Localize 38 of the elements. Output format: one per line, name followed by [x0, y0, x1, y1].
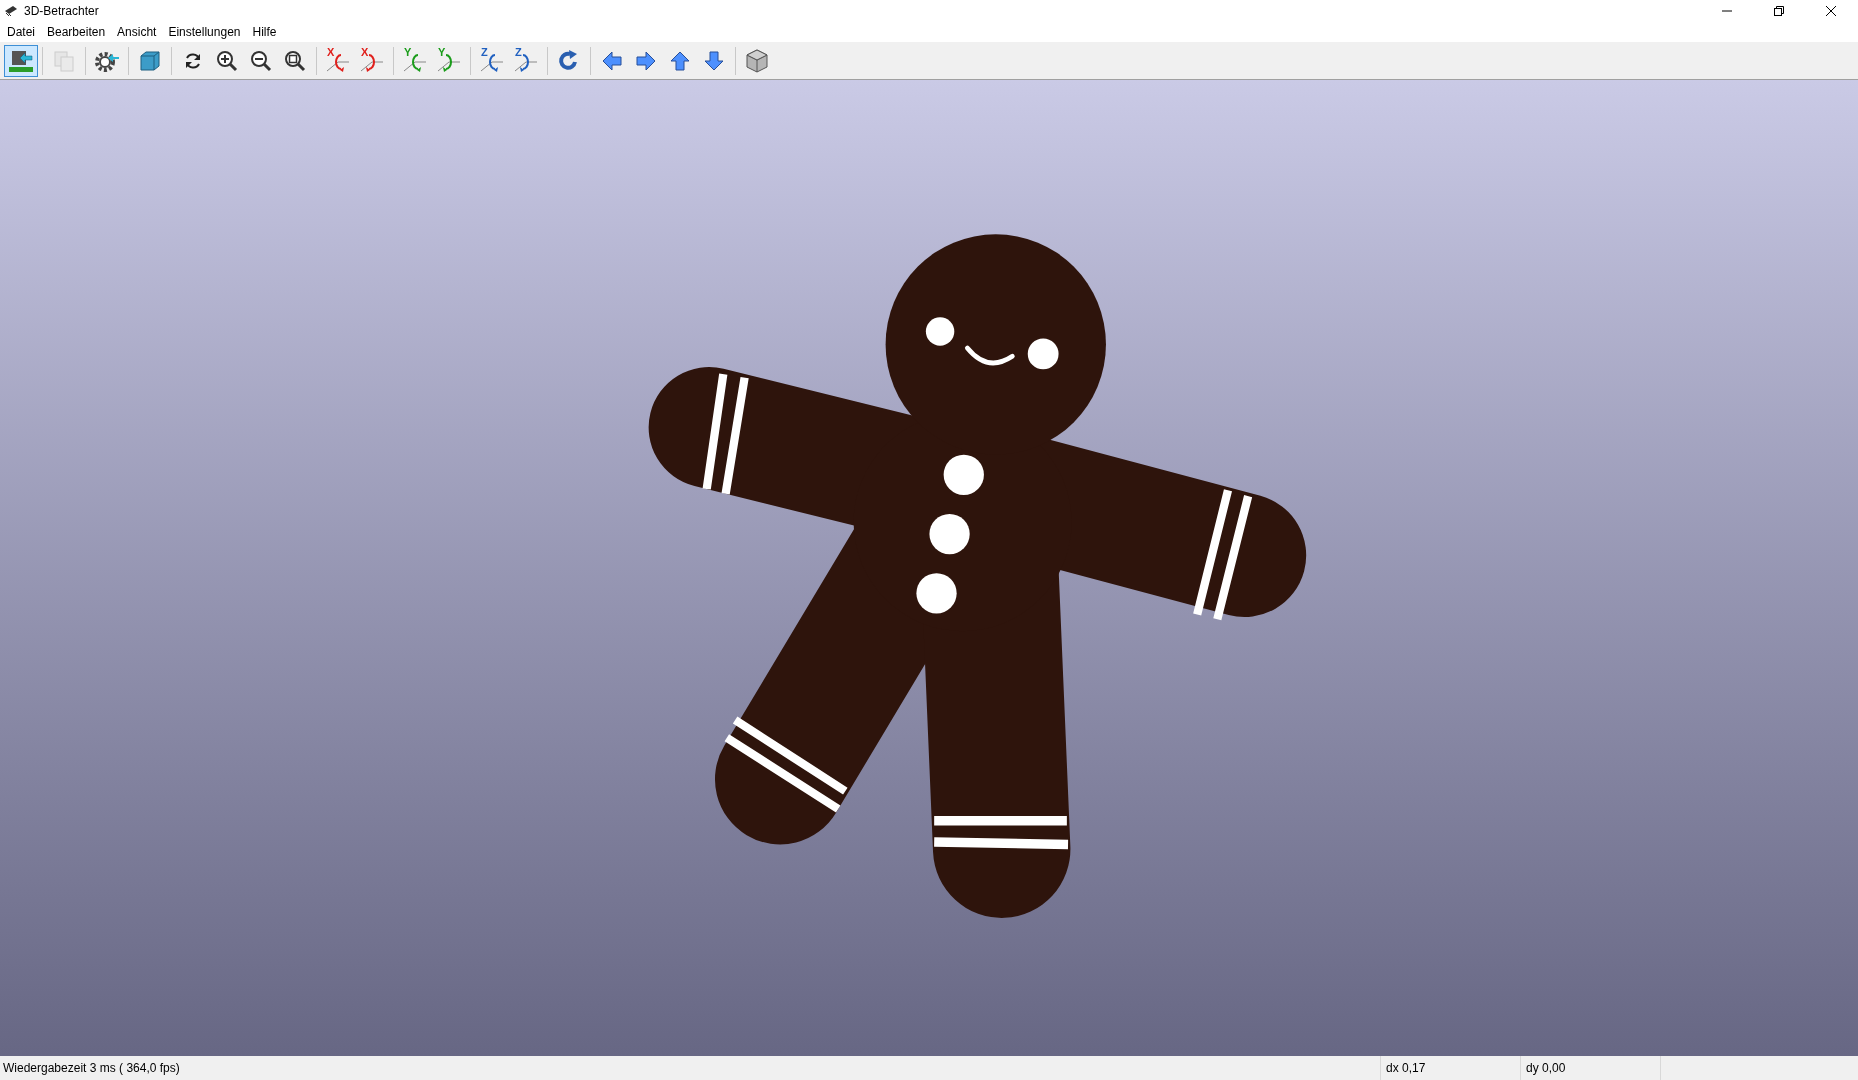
dy-status: dy 0,00	[1520, 1056, 1660, 1080]
dx-status: dx 0,17	[1380, 1056, 1520, 1080]
zoom-in-icon	[215, 48, 239, 73]
restore-icon	[1774, 6, 1784, 16]
toolbar-button[interactable]: Z	[475, 44, 509, 77]
axis-label: Z	[515, 46, 522, 58]
3d-viewport[interactable]	[0, 80, 1858, 1056]
toolbar-button[interactable]: Z	[509, 44, 543, 77]
app-chip-icon	[4, 5, 18, 17]
arrow-up-icon	[669, 49, 691, 72]
toolbar-button[interactable]: X	[321, 44, 355, 77]
zoom-out-icon	[249, 48, 273, 73]
axis-label: X	[327, 46, 335, 58]
menu-item[interactable]: Hilfe	[246, 22, 283, 42]
render-time-status: Wiedergabezeit 3 ms ( 364,0 fps)	[2, 1060, 181, 1077]
cube-icon	[744, 47, 770, 74]
close-icon	[1826, 6, 1836, 16]
axis-label: X	[361, 46, 369, 58]
menu-item[interactable]: Bearbeiten	[41, 22, 112, 42]
menu-item[interactable]: Ansicht	[111, 22, 163, 42]
redo-icon	[558, 49, 580, 72]
refresh-icon	[183, 50, 203, 71]
toolbar-button[interactable]	[4, 44, 38, 77]
zoom-fit-icon	[283, 48, 307, 73]
axis-label: Z	[481, 46, 488, 58]
cube-icon	[138, 48, 162, 73]
window-title: 3D-Betrachter	[24, 3, 99, 20]
toolbar-button[interactable]: X	[355, 44, 389, 77]
arrow-left-icon	[601, 49, 623, 72]
arrow-down-icon	[703, 49, 725, 72]
toolbar-button[interactable]: Y	[398, 44, 432, 77]
arrow-right-icon	[635, 49, 657, 72]
toolbar-button[interactable]: Y	[432, 44, 466, 77]
axis-label: Y	[438, 46, 446, 58]
menu-item[interactable]: Datei	[1, 22, 41, 42]
menu-item[interactable]: Einstellungen	[162, 22, 247, 42]
axis-label: Y	[404, 46, 412, 58]
copy-icon	[52, 48, 76, 73]
